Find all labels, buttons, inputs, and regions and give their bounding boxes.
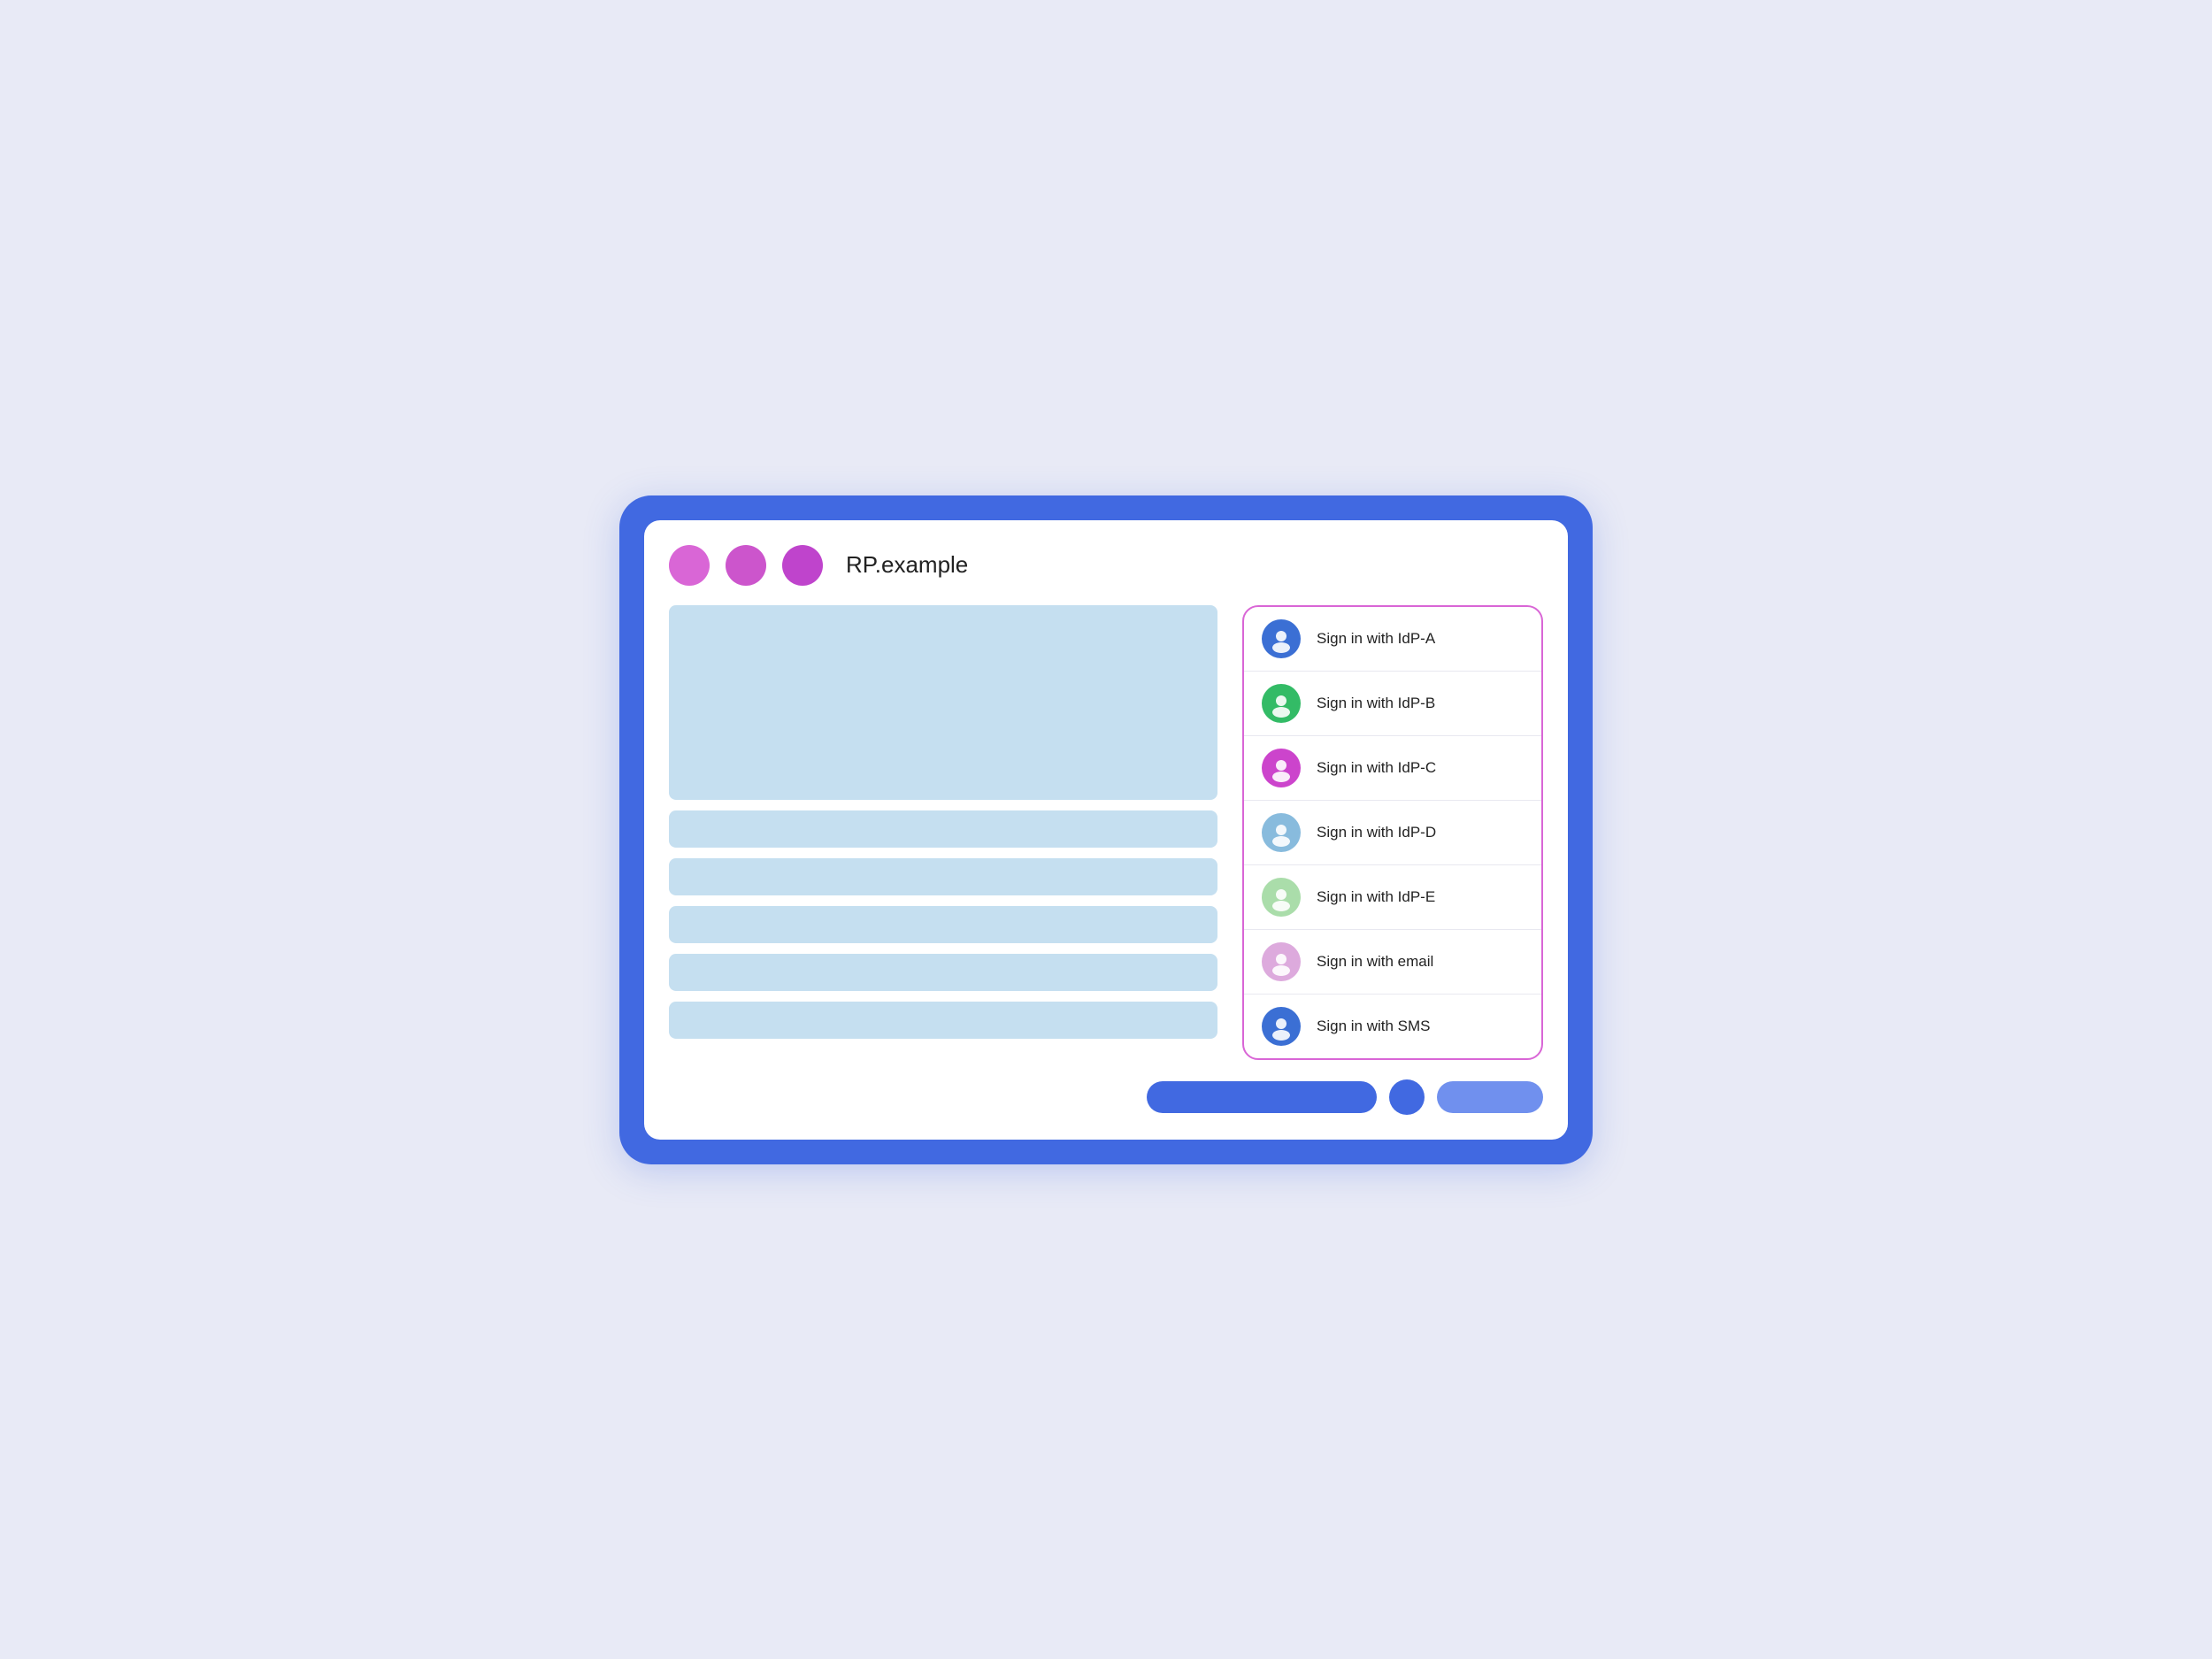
bottom-bar-pill-left [1147, 1081, 1377, 1113]
signin-label-idp-b: Sign in with IdP-B [1317, 695, 1435, 712]
browser-bottombar [669, 1079, 1543, 1115]
signin-option-sms[interactable]: Sign in with SMS [1244, 995, 1541, 1058]
avatar-idp-e [1262, 878, 1301, 917]
signin-option-idp-a[interactable]: Sign in with IdP-A [1244, 607, 1541, 672]
content-block-row-4 [669, 954, 1217, 991]
content-block-large [669, 605, 1217, 800]
signin-option-idp-d[interactable]: Sign in with IdP-D [1244, 801, 1541, 865]
bottom-bar-pill-right [1437, 1081, 1543, 1113]
content-block-row-1 [669, 810, 1217, 848]
signin-label-idp-e: Sign in with IdP-E [1317, 888, 1435, 906]
right-panel: Sign in with IdP-A Sign in with IdP-B [1242, 605, 1543, 1060]
signin-label-sms: Sign in with SMS [1317, 1018, 1431, 1035]
content-block-row-5 [669, 1002, 1217, 1039]
signin-option-idp-e[interactable]: Sign in with IdP-E [1244, 865, 1541, 930]
window-dot-3 [782, 545, 823, 586]
avatar-idp-c [1262, 749, 1301, 787]
signin-option-email[interactable]: Sign in with email [1244, 930, 1541, 995]
bottom-bar-circle [1389, 1079, 1425, 1115]
browser-topbar: RP.example [669, 545, 1543, 586]
content-block-row-2 [669, 858, 1217, 895]
signin-label-idp-d: Sign in with IdP-D [1317, 824, 1436, 841]
avatar-idp-b [1262, 684, 1301, 723]
site-title: RP.example [846, 551, 968, 579]
signin-card: Sign in with IdP-A Sign in with IdP-B [1242, 605, 1543, 1060]
browser-inner: RP.example [644, 520, 1568, 1140]
window-dot-2 [726, 545, 766, 586]
avatar-idp-d [1262, 813, 1301, 852]
signin-label-idp-c: Sign in with IdP-C [1317, 759, 1436, 777]
browser-frame: RP.example [619, 495, 1593, 1164]
window-dot-1 [669, 545, 710, 586]
signin-option-idp-c[interactable]: Sign in with IdP-C [1244, 736, 1541, 801]
left-panel [669, 605, 1217, 1060]
avatar-sms [1262, 1007, 1301, 1046]
browser-content: Sign in with IdP-A Sign in with IdP-B [669, 605, 1543, 1060]
signin-label-email: Sign in with email [1317, 953, 1433, 971]
signin-option-idp-b[interactable]: Sign in with IdP-B [1244, 672, 1541, 736]
avatar-idp-a [1262, 619, 1301, 658]
content-block-row-3 [669, 906, 1217, 943]
signin-label-idp-a: Sign in with IdP-A [1317, 630, 1435, 648]
avatar-email [1262, 942, 1301, 981]
